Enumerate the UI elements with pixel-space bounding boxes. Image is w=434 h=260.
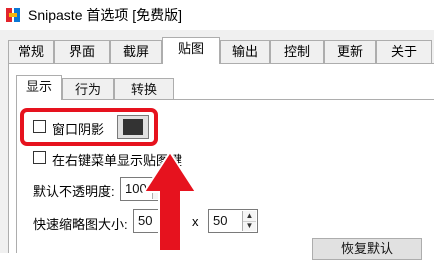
window-title: Snipaste 首选项 [免费版] bbox=[28, 7, 183, 23]
main-tabstrip: 常规 界面 截屏 贴图 输出 控制 更新 关于 bbox=[8, 37, 434, 64]
tab-output[interactable]: 输出 bbox=[220, 40, 270, 63]
tab-paste[interactable]: 贴图 bbox=[162, 37, 220, 64]
stepper-down-icon[interactable]: ▼ bbox=[243, 221, 256, 231]
thumb-size-label: 快速缩略图大小: bbox=[33, 217, 128, 232]
title-bar: Snipaste 首选项 [免费版] bbox=[0, 0, 434, 30]
tab-update[interactable]: 更新 bbox=[324, 40, 376, 63]
thumb-height-spinbox[interactable]: 50 ▲ ▼ bbox=[208, 209, 258, 233]
subtab-transform[interactable]: 转换 bbox=[114, 78, 174, 100]
red-arrow-annotation-icon bbox=[142, 150, 198, 252]
subtab-display[interactable]: 显示 bbox=[16, 75, 62, 100]
subtab-behavior[interactable]: 行为 bbox=[62, 78, 114, 100]
thumb-height-value: 50 bbox=[213, 213, 228, 228]
tab-control[interactable]: 控制 bbox=[270, 40, 324, 63]
tab-interface[interactable]: 界面 bbox=[54, 40, 110, 63]
tab-general[interactable]: 常规 bbox=[8, 40, 54, 63]
opacity-label: 默认不透明度: bbox=[33, 184, 115, 199]
tab-snip[interactable]: 截屏 bbox=[110, 40, 162, 63]
restore-defaults-button[interactable]: 恢复默认 bbox=[312, 238, 422, 260]
tab-about[interactable]: 关于 bbox=[376, 40, 432, 63]
snipaste-logo-icon bbox=[6, 8, 20, 22]
right-menu-checkbox[interactable] bbox=[33, 151, 46, 164]
thumb-height-stepper[interactable]: ▲ ▼ bbox=[242, 211, 256, 231]
red-highlight-box bbox=[20, 108, 158, 146]
